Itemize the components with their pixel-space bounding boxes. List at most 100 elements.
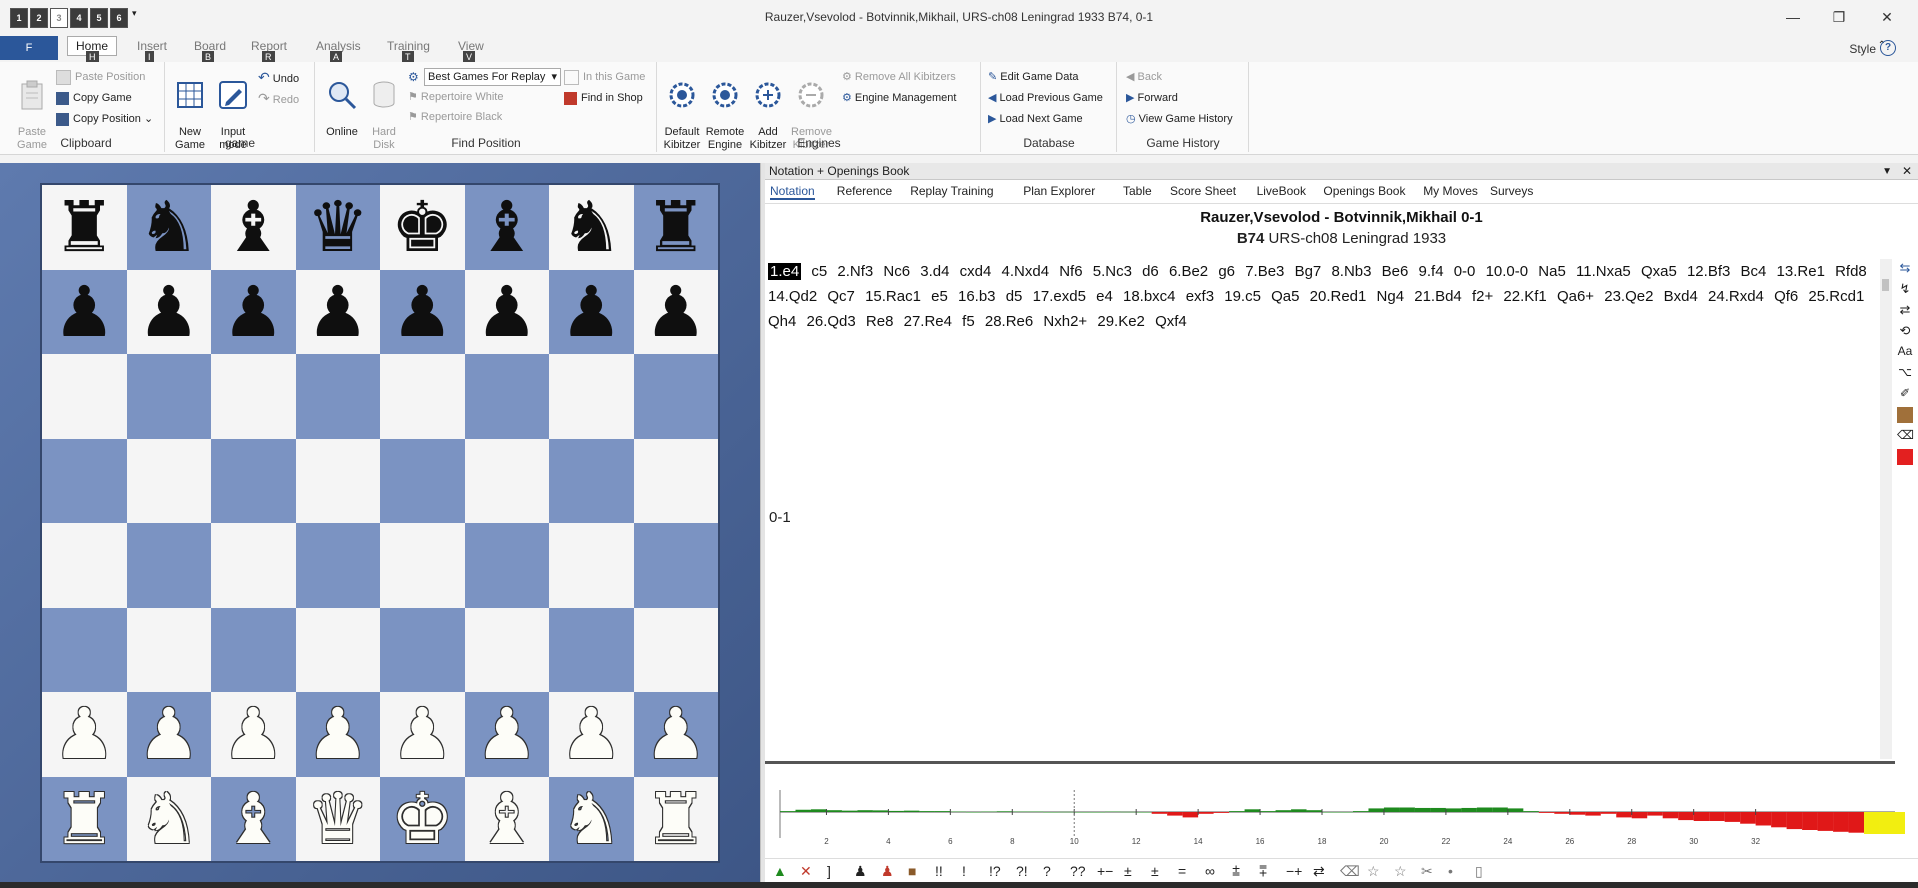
black-pawn-icon[interactable]: ♟	[137, 277, 200, 347]
file-tab[interactable]: F	[0, 36, 58, 60]
font-size-icon[interactable]: Aa	[1897, 344, 1913, 360]
board-square[interactable]: ♟	[464, 692, 549, 777]
black-pawn-icon[interactable]: ♟	[222, 277, 285, 347]
board-square[interactable]	[380, 607, 465, 692]
photo-icon[interactable]: ■	[908, 863, 916, 879]
board-square[interactable]: ♟	[549, 692, 634, 777]
white-knight-icon[interactable]: ♞	[137, 784, 200, 854]
board-square[interactable]: ♟	[295, 692, 380, 777]
notation-tab[interactable]: Score Sheet	[1170, 184, 1236, 198]
annotation-glyph-button[interactable]: =	[1178, 863, 1186, 879]
annotation-glyph-button[interactable]: +−	[1097, 863, 1113, 879]
color-marker-icon[interactable]	[1897, 449, 1913, 465]
board-square[interactable]: ♞	[549, 185, 634, 270]
board-square[interactable]: ♟	[464, 269, 549, 354]
move[interactable]: Qc7	[827, 288, 855, 305]
board-square[interactable]	[633, 354, 718, 439]
move[interactable]: 3.d4	[920, 263, 949, 280]
move[interactable]: 2.Nf3	[837, 263, 873, 280]
engine-arrow-icon[interactable]: ⇆	[1897, 260, 1913, 276]
move[interactable]: Bg7	[1295, 263, 1322, 280]
move[interactable]: 27.Re4	[904, 313, 952, 330]
move[interactable]: 25.Rcd1	[1808, 288, 1864, 305]
notation-tab[interactable]: LiveBook	[1257, 184, 1306, 198]
move[interactable]: Rfd8	[1835, 263, 1867, 280]
white-pawn-icon[interactable]: ♟	[306, 699, 369, 769]
black-pawn-icon[interactable]: ♟	[306, 277, 369, 347]
board-square[interactable]	[42, 438, 127, 523]
board-square[interactable]: ♝	[211, 776, 296, 861]
board-square[interactable]: ♝	[464, 185, 549, 270]
black-knight-icon[interactable]: ♞	[137, 192, 200, 262]
board-square[interactable]: ♛	[295, 185, 380, 270]
battery-icon[interactable]: ▯	[1475, 863, 1483, 880]
move[interactable]: 29.Ke2	[1097, 313, 1145, 330]
restore-icon[interactable]: ❐	[1816, 4, 1862, 30]
board-square[interactable]	[380, 523, 465, 608]
white-pawn-icon[interactable]: ♟	[560, 699, 623, 769]
cut-icon[interactable]: ✂	[1421, 863, 1433, 880]
move[interactable]: 12.Bf3	[1687, 263, 1730, 280]
move[interactable]: Nf6	[1059, 263, 1082, 280]
board-square[interactable]: ♟	[633, 692, 718, 777]
annotation-glyph-button[interactable]: −+	[1286, 863, 1302, 879]
annotation-glyph-button[interactable]: ?!	[1016, 863, 1028, 879]
star-icon[interactable]: ☆	[1367, 863, 1380, 880]
board-square[interactable]	[126, 607, 211, 692]
eraser-icon[interactable]: ⌫	[1340, 863, 1360, 880]
move[interactable]: 15.Rac1	[865, 288, 921, 305]
board-square[interactable]	[633, 438, 718, 523]
move[interactable]: 17.exd5	[1033, 288, 1086, 305]
find-position-source-select[interactable]: Best Games For Replay ▾	[424, 68, 561, 86]
board-square[interactable]	[380, 438, 465, 523]
move[interactable]: Qa6+	[1557, 288, 1594, 305]
move[interactable]: Na5	[1538, 263, 1566, 280]
board-square[interactable]	[464, 607, 549, 692]
board-square[interactable]	[211, 607, 296, 692]
repertoire-black-button[interactable]: ⚑ Repertoire Black	[408, 108, 502, 126]
move[interactable]: e4	[1096, 288, 1113, 305]
board-square[interactable]	[464, 438, 549, 523]
annotation-glyph-button[interactable]: !!	[935, 863, 943, 879]
move[interactable]: Re8	[866, 313, 894, 330]
move[interactable]: 18.bxc4	[1123, 288, 1176, 305]
move[interactable]: 8.Nb3	[1331, 263, 1371, 280]
annotation-glyph-button[interactable]: ??	[1070, 863, 1086, 879]
board-square[interactable]: ♟	[380, 269, 465, 354]
board-square[interactable]: ♝	[211, 185, 296, 270]
board-square[interactable]	[633, 523, 718, 608]
board-square[interactable]	[126, 523, 211, 608]
scrollbar-thumb[interactable]	[1882, 279, 1889, 291]
black-pawn-icon[interactable]: ♟	[644, 277, 707, 347]
move[interactable]: 24.Rxd4	[1708, 288, 1764, 305]
board-square[interactable]: ♟	[42, 269, 127, 354]
board-square[interactable]	[380, 354, 465, 439]
board-square[interactable]: ♜	[633, 185, 718, 270]
board-square[interactable]	[126, 354, 211, 439]
board-square[interactable]	[549, 438, 634, 523]
move[interactable]: 10.0-0	[1486, 263, 1529, 280]
rotate-icon[interactable]: ⟲	[1897, 323, 1913, 339]
remove-all-kibitzers-button[interactable]: ⚙ Remove All Kibitzers	[842, 68, 956, 86]
white-pawn-icon[interactable]: ♟	[475, 699, 538, 769]
move[interactable]: 23.Qe2	[1604, 288, 1653, 305]
board-square[interactable]: ♜	[633, 776, 718, 861]
move[interactable]: 7.Be3	[1245, 263, 1284, 280]
board-square[interactable]	[464, 354, 549, 439]
board-square[interactable]	[633, 607, 718, 692]
board-square[interactable]: ♞	[126, 185, 211, 270]
move[interactable]: 5.Nc3	[1093, 263, 1132, 280]
players-photo-icon[interactable]	[1897, 407, 1913, 423]
load-previous-game-button[interactable]: ◀ Load Previous Game	[988, 89, 1103, 107]
board-square[interactable]	[211, 354, 296, 439]
black-knight-icon[interactable]: ♞	[560, 192, 623, 262]
move[interactable]: Be6	[1382, 263, 1409, 280]
board-square[interactable]	[211, 438, 296, 523]
move[interactable]: Qxa5	[1641, 263, 1677, 280]
black-pawn-icon[interactable]: ♟	[560, 277, 623, 347]
white-pawn-icon[interactable]: ♟	[222, 699, 285, 769]
board-square[interactable]: ♜	[42, 776, 127, 861]
black-rook-icon[interactable]: ♜	[53, 192, 116, 262]
find-in-shop-button[interactable]: Find in Shop	[564, 89, 643, 107]
white-bishop-icon[interactable]: ♝	[222, 784, 285, 854]
